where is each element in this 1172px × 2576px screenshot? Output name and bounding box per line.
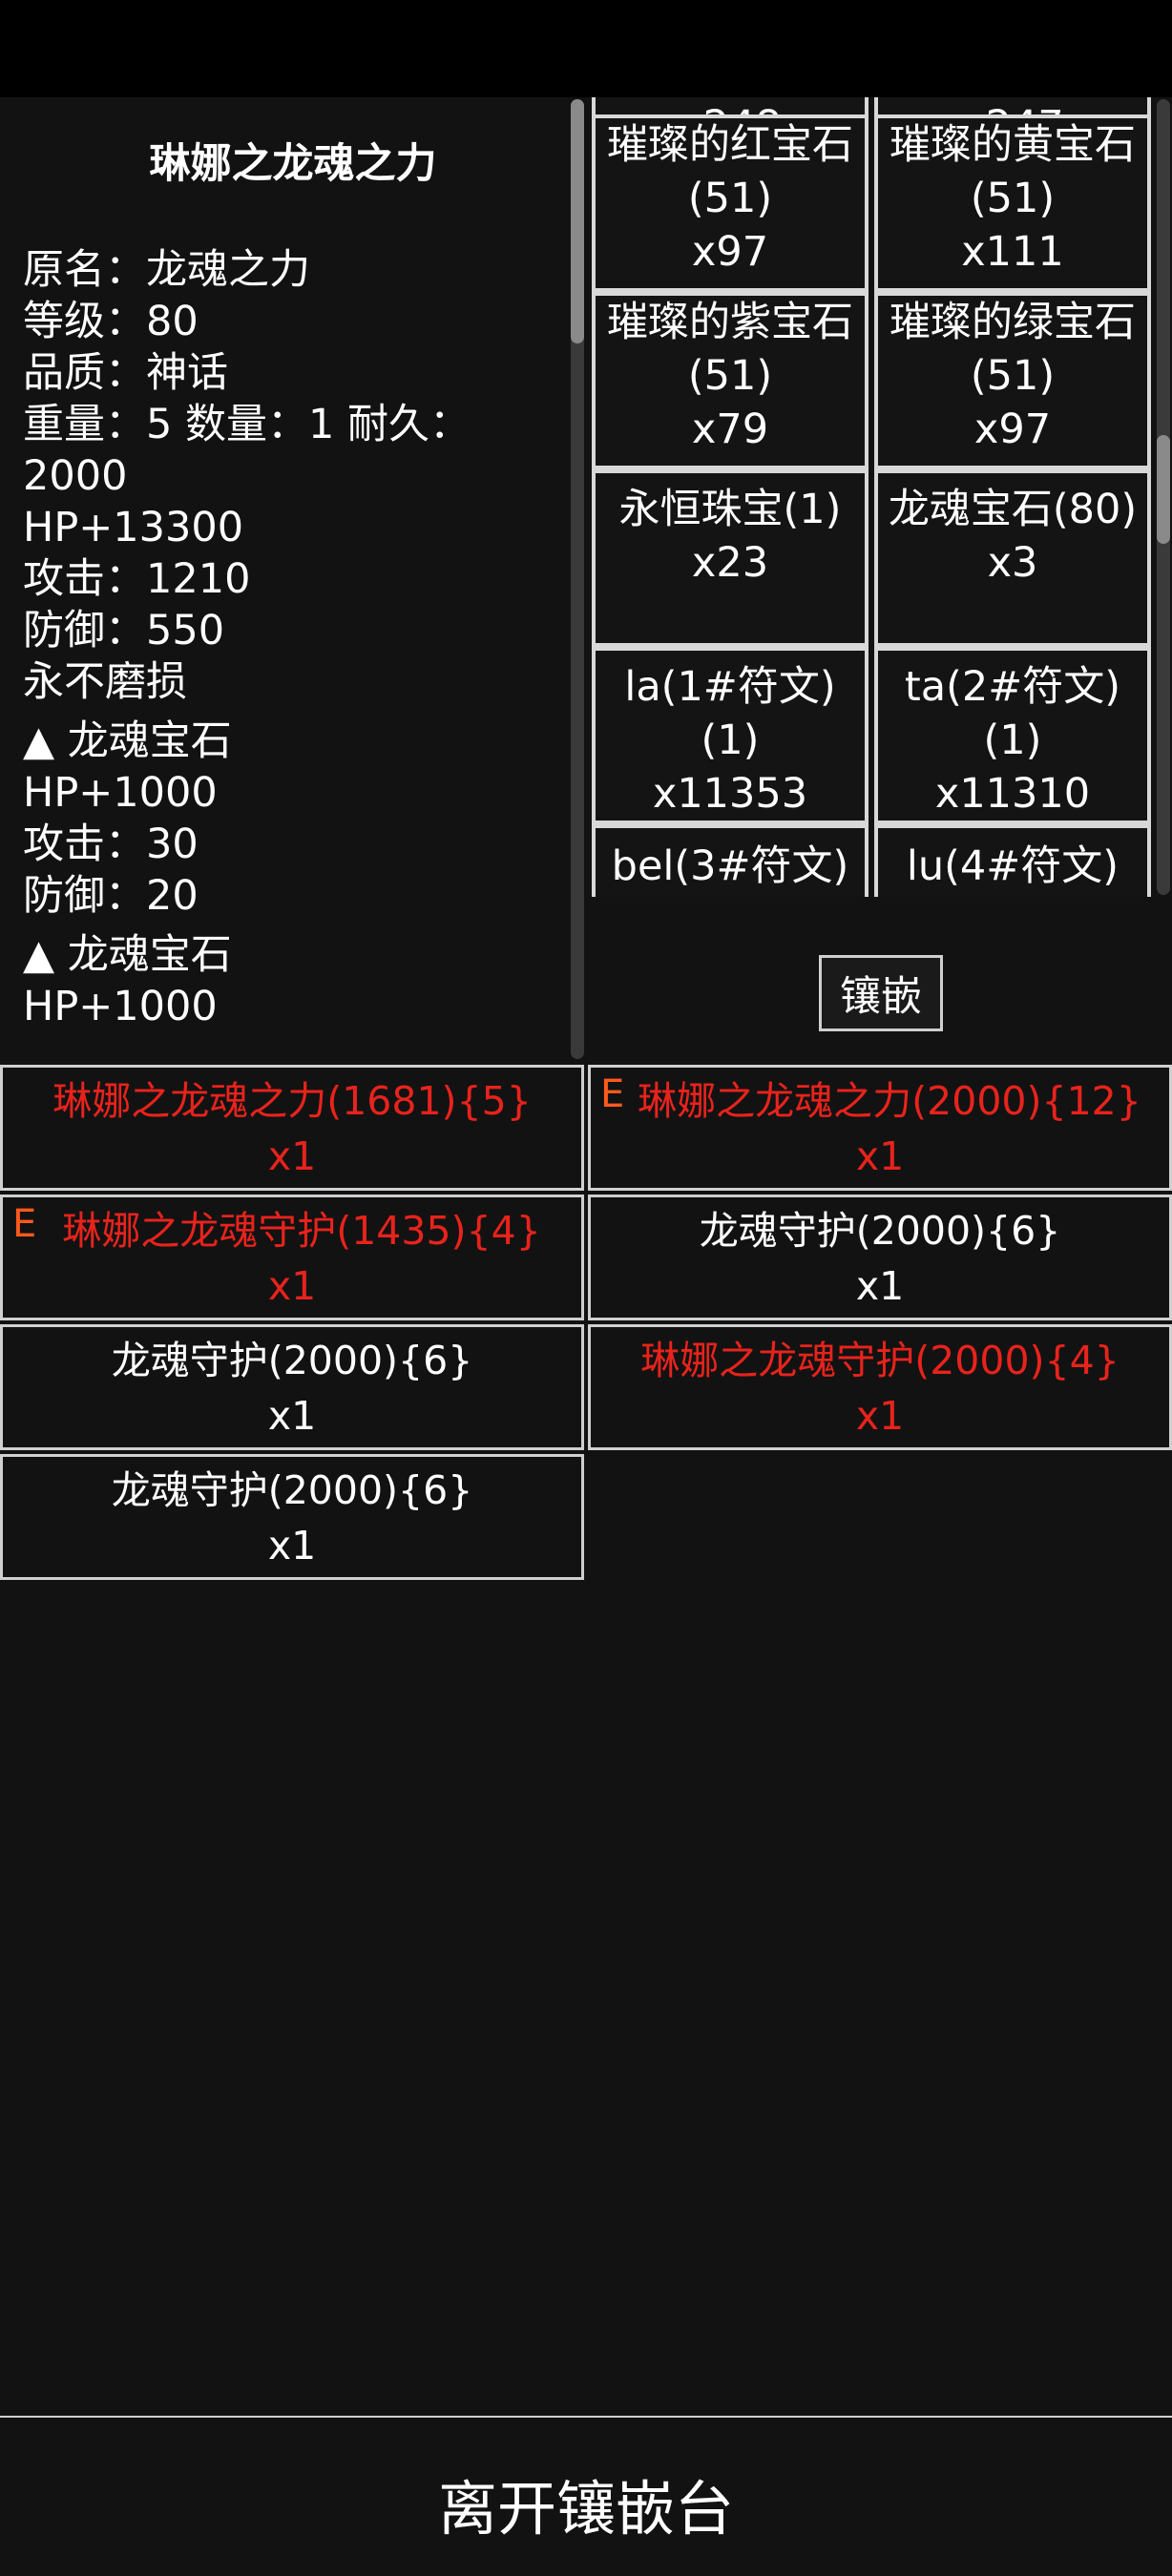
inventory-slot[interactable]: 璀璨的红宝石 (51) x97	[592, 114, 869, 292]
equipment-slot[interactable]: 琳娜之龙魂之力(1681){5} x1	[0, 1065, 584, 1191]
status-bar	[0, 0, 1172, 97]
item-count: x79	[691, 405, 769, 453]
inventory-slot[interactable]: la(1#符文)(1) x11353	[592, 647, 869, 824]
item-name: 璀璨的黄宝石	[889, 121, 1136, 169]
equipment-name: 琳娜之龙魂守护(2000){4}	[640, 1338, 1120, 1383]
item-hp: HP+13300	[23, 504, 244, 551]
equipment-name: 琳娜之龙魂之力(2000){12}	[638, 1078, 1141, 1124]
equipment-slot[interactable]: 琳娜之龙魂守护(2000){4} x1	[588, 1324, 1172, 1450]
item-name: 璀璨的绿宝石	[889, 299, 1136, 346]
item-level: (51)	[970, 175, 1056, 222]
item-name: 龙魂宝石(80)	[888, 486, 1138, 533]
equipment-slot[interactable]: 龙魂守护(2000){6} x1	[0, 1324, 584, 1450]
item-count: x11353	[652, 770, 808, 818]
inventory-scrollbar-thumb[interactable]	[1157, 435, 1170, 544]
item-name: 璀璨的紫宝石	[607, 299, 853, 346]
item-original-name: 原名：龙魂之力	[23, 246, 310, 294]
socket-gem-header: ▲ 龙魂宝石	[23, 931, 232, 979]
equipment-slot[interactable]: E 琳娜之龙魂守护(1435){4} x1	[0, 1195, 584, 1320]
inventory-slot[interactable]: 璀璨的黄宝石 (51) x111	[874, 114, 1151, 292]
equipment-name: 龙魂守护(2000){6}	[111, 1467, 473, 1513]
item-level: (51)	[970, 352, 1056, 400]
detail-scrollbar[interactable]	[571, 99, 584, 1059]
item-name: bel(3#符文)	[611, 842, 849, 890]
equipment-count: x1	[267, 1263, 317, 1309]
inventory-slot[interactable]: lu(4#符文)(1)	[874, 824, 1151, 897]
equipment-name: 龙魂守护(2000){6}	[111, 1338, 473, 1383]
equipment-name: 琳娜之龙魂守护(1435){4}	[62, 1208, 541, 1254]
equipment-count: x1	[855, 1393, 905, 1439]
item-name: ta(2#符文)(1)	[904, 663, 1121, 764]
item-attributes: 原名：龙魂之力 等级：80 品质：神话 重量：5 数量：1 耐久： 2000 H…	[23, 244, 567, 1032]
detail-scrollbar-thumb[interactable]	[571, 99, 584, 343]
item-defense: 防御：550	[23, 607, 225, 654]
item-name: 璀璨的红宝石	[607, 121, 853, 169]
socket-gem-hp: HP+1000	[23, 983, 218, 1030]
inventory-slot[interactable]: 璀璨的绿宝石 (51) x97	[874, 292, 1151, 469]
item-name: 永恒珠宝(1)	[618, 486, 842, 533]
inventory-scrollbar[interactable]	[1157, 99, 1170, 895]
inventory-slot[interactable]: 永恒珠宝(1) x23	[592, 469, 869, 647]
item-count: x3	[987, 539, 1038, 587]
leave-inlay-table-button[interactable]: 离开镶嵌台	[347, 2446, 825, 2561]
equipment-slot[interactable]: 龙魂守护(2000){6} x1	[0, 1454, 584, 1580]
item-attack: 攻击：1210	[23, 555, 251, 603]
equipped-flag: E	[12, 1202, 37, 1246]
equipped-flag: E	[600, 1072, 625, 1116]
equipment-count: x1	[855, 1263, 905, 1309]
inlay-button[interactable]: 镶嵌	[819, 955, 943, 1031]
inventory-slot[interactable]: bel(3#符文)	[592, 824, 869, 897]
socket-gem-hp: HP+1000	[23, 769, 218, 817]
item-level: (51)	[687, 352, 773, 400]
equipment-slot[interactable]: 龙魂守护(2000){6} x1	[588, 1195, 1172, 1320]
equipment-name: 龙魂守护(2000){6}	[699, 1208, 1061, 1254]
item-weight-qty-durability: 重量：5 数量：1 耐久：	[23, 401, 471, 448]
item-detail-panel[interactable]: 琳娜之龙魂之力 原名：龙魂之力 等级：80 品质：神话 重量：5 数量：1 耐久…	[0, 97, 586, 1061]
item-level: (51)	[687, 175, 773, 222]
item-count: x23	[691, 539, 769, 587]
inventory-slot[interactable]: 璀璨的紫宝石 (51) x79	[592, 292, 869, 469]
equipment-name: 琳娜之龙魂之力(1681){5}	[52, 1078, 532, 1124]
item-name: la(1#符文)(1)	[624, 663, 836, 764]
inventory-slot[interactable]: 龙魂宝石(80) x3	[874, 469, 1151, 647]
item-count: x111	[961, 228, 1064, 276]
equipment-slot[interactable]: E 琳娜之龙魂之力(2000){12} x1	[588, 1065, 1172, 1191]
equipment-count: x1	[267, 1393, 317, 1439]
equipment-count: x1	[855, 1133, 905, 1179]
item-no-wear: 永不磨损	[23, 658, 187, 706]
inventory-slot[interactable]: ta(2#符文)(1) x11310	[874, 647, 1151, 824]
socket-gem-attack: 攻击：30	[23, 821, 199, 868]
item-quality: 品质：神话	[23, 349, 228, 397]
equipment-count: x1	[267, 1523, 317, 1568]
socket-gem-header: ▲ 龙魂宝石	[23, 717, 232, 765]
item-name: lu(4#符文)(1)	[906, 842, 1120, 897]
socket-gem-defense: 防御：20	[23, 872, 199, 920]
item-title: 琳娜之龙魂之力	[149, 140, 437, 188]
item-level: 等级：80	[23, 298, 199, 345]
item-count: x97	[691, 228, 769, 276]
item-count: x97	[973, 405, 1052, 453]
equipment-count: x1	[267, 1133, 317, 1179]
item-count: x11310	[934, 770, 1091, 818]
inventory-grid[interactable]: x248 x247 璀璨的红宝石 (51) x97 璀璨的黄宝石 (51) x1…	[588, 97, 1161, 897]
item-durability-value: 2000	[23, 452, 128, 500]
